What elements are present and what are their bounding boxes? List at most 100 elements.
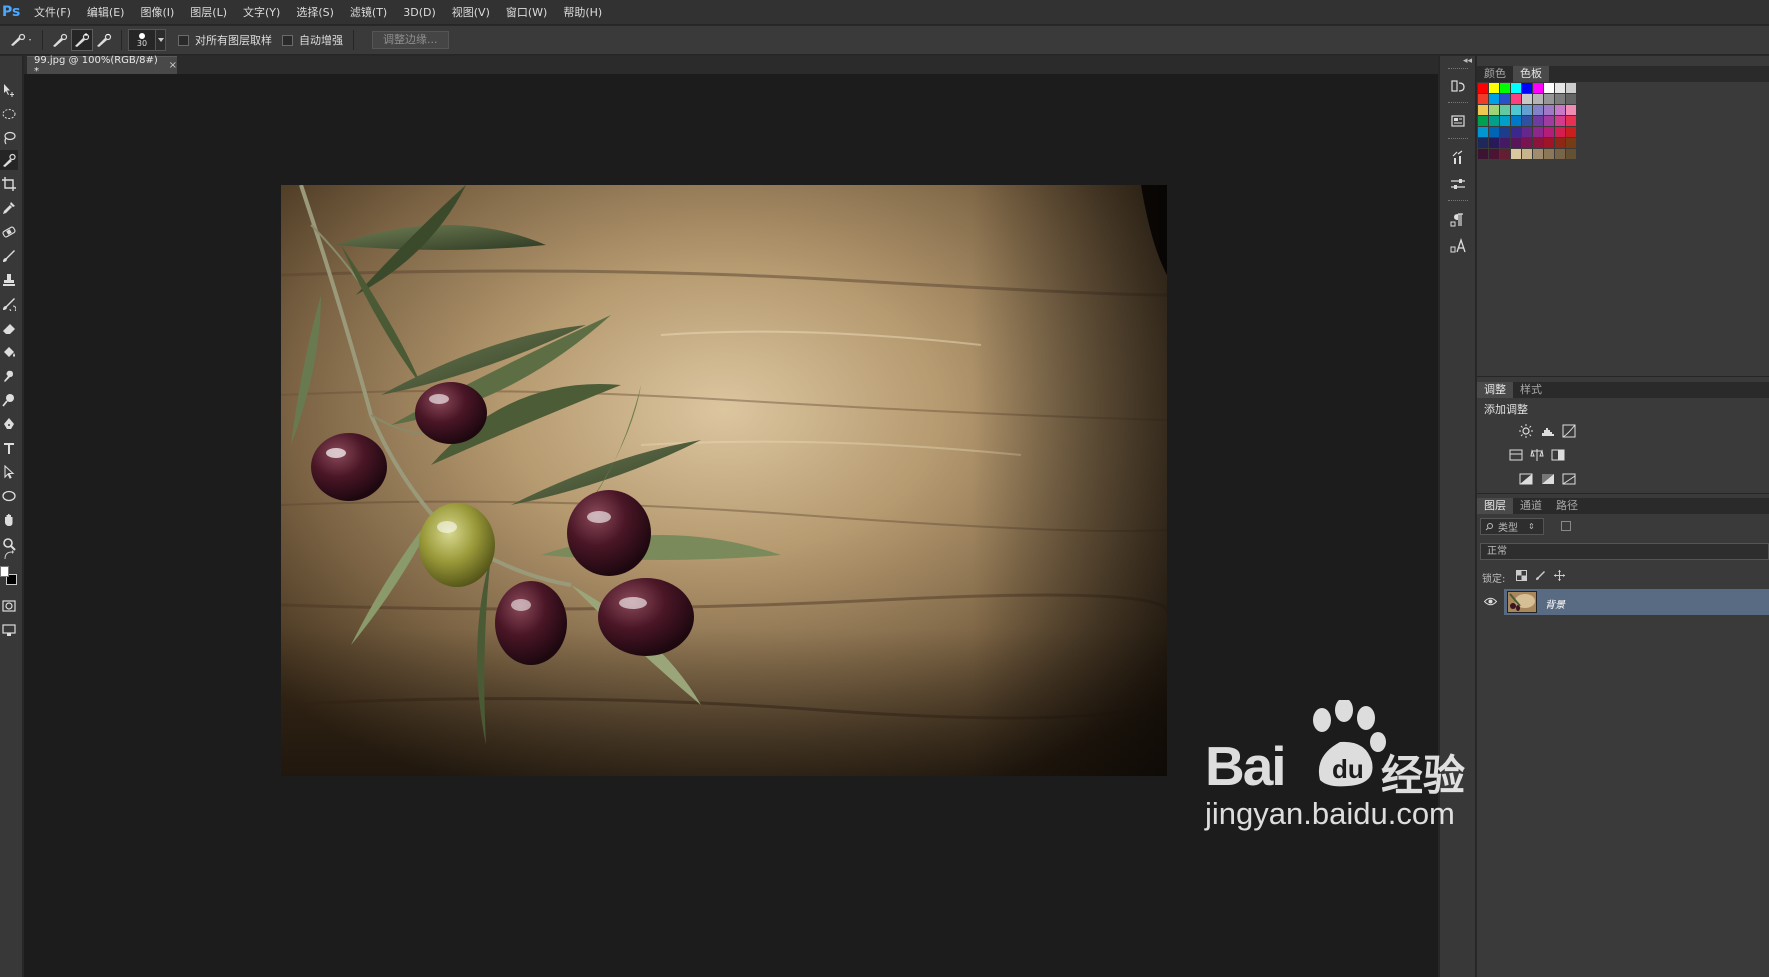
color-swatch[interactable] <box>1489 116 1499 126</box>
color-swatch[interactable] <box>1566 138 1576 148</box>
move-tool[interactable] <box>0 80 18 100</box>
tab-adjustments[interactable]: 调整 <box>1477 382 1513 398</box>
color-swatch[interactable] <box>1555 127 1565 137</box>
smudge-tool[interactable] <box>0 366 18 386</box>
color-swatch[interactable] <box>1478 94 1488 104</box>
brush-tool[interactable] <box>0 246 18 266</box>
ellipse-tool[interactable] <box>0 486 18 506</box>
color-swatch[interactable] <box>1500 149 1510 159</box>
layer-row-background[interactable]: 背景 <box>1477 589 1769 615</box>
color-swatch[interactable] <box>1522 127 1532 137</box>
curves-button[interactable] <box>1561 423 1577 439</box>
color-swatch[interactable] <box>1544 105 1554 115</box>
color-swatch[interactable] <box>1533 94 1543 104</box>
color-swatch[interactable] <box>1489 83 1499 93</box>
menu-filter[interactable]: 滤镜(T) <box>342 0 395 25</box>
auto-enhance-option[interactable]: 自动增强 <box>282 32 343 48</box>
hand-tool[interactable] <box>0 510 18 530</box>
color-swatch[interactable] <box>1489 127 1499 137</box>
color-swatch[interactable] <box>1511 138 1521 148</box>
refine-edge-button[interactable]: 调整边缘... <box>372 31 449 49</box>
color-swatch[interactable] <box>1511 127 1521 137</box>
filter-pixel-layers-button[interactable] <box>1561 521 1571 531</box>
color-swatch[interactable] <box>1566 83 1576 93</box>
new-selection-button[interactable] <box>49 29 71 51</box>
dodge-tool[interactable] <box>0 390 18 410</box>
tool-preset-picker[interactable] <box>6 29 36 51</box>
color-swatch[interactable] <box>1522 138 1532 148</box>
crop-tool[interactable] <box>0 174 18 194</box>
paint-bucket-tool[interactable] <box>0 342 18 362</box>
color-swatch[interactable] <box>1511 105 1521 115</box>
lasso-tool[interactable] <box>0 128 18 148</box>
color-swatch[interactable] <box>1522 105 1532 115</box>
adjustments-panel-button[interactable] <box>1448 174 1468 194</box>
quick-selection-tool[interactable] <box>0 150 18 170</box>
layer-kind-filter[interactable]: 类型 ⇕ <box>1480 518 1544 535</box>
menu-file[interactable]: 文件(F) <box>26 0 79 25</box>
color-swatch[interactable] <box>1566 116 1576 126</box>
character-panel-button[interactable] <box>1448 236 1468 256</box>
tab-channels[interactable]: 通道 <box>1513 498 1549 514</box>
sample-all-layers-checkbox[interactable] <box>178 34 189 46</box>
color-swatch[interactable] <box>1555 149 1565 159</box>
menu-help[interactable]: 帮助(H) <box>555 0 610 25</box>
color-swatch[interactable] <box>1555 83 1565 93</box>
healing-brush-tool[interactable] <box>0 222 18 242</box>
color-swatch[interactable] <box>1500 116 1510 126</box>
clone-stamp-tool[interactable] <box>0 270 18 290</box>
color-swatch[interactable] <box>1544 94 1554 104</box>
layer-visibility-toggle[interactable] <box>1483 594 1497 608</box>
tab-paths[interactable]: 路径 <box>1549 498 1585 514</box>
color-swatch[interactable] <box>1478 138 1488 148</box>
color-swatch[interactable] <box>1489 138 1499 148</box>
menu-3d[interactable]: 3D(D) <box>395 0 444 25</box>
tab-swatches[interactable]: 色板 <box>1513 66 1549 82</box>
color-swatch[interactable] <box>1533 138 1543 148</box>
document-tab[interactable]: 99.jpg @ 100%(RGB/8#) * × <box>27 55 177 77</box>
color-swatch[interactable] <box>1555 116 1565 126</box>
blend-mode-select[interactable]: 正常 <box>1480 543 1769 560</box>
paragraph-panel-button[interactable] <box>1448 210 1468 230</box>
color-swatch[interactable] <box>1555 105 1565 115</box>
menu-window[interactable]: 窗口(W) <box>498 0 555 25</box>
color-swatch[interactable] <box>1511 83 1521 93</box>
lock-transparent-button[interactable] <box>1515 569 1527 581</box>
brightness-contrast-button[interactable] <box>1518 423 1534 439</box>
eraser-tool[interactable] <box>0 318 18 338</box>
color-swatch[interactable] <box>1533 116 1543 126</box>
screen-mode-button[interactable] <box>0 620 18 640</box>
color-swatch[interactable] <box>1544 138 1554 148</box>
lock-image-button[interactable] <box>1534 569 1546 581</box>
foreground-color-swatch[interactable] <box>0 566 9 577</box>
color-swatch[interactable] <box>1511 116 1521 126</box>
color-swatch[interactable] <box>1522 149 1532 159</box>
color-swatch[interactable] <box>1544 149 1554 159</box>
menu-edit[interactable]: 编辑(E) <box>79 0 133 25</box>
color-swatch[interactable] <box>1489 149 1499 159</box>
color-swatch[interactable] <box>1555 138 1565 148</box>
sample-all-layers-option[interactable]: 对所有图层取样 <box>178 32 272 48</box>
color-balance-button[interactable] <box>1529 447 1545 463</box>
color-swatch[interactable] <box>1522 116 1532 126</box>
add-to-selection-button[interactable] <box>71 29 93 51</box>
menu-view[interactable]: 视图(V) <box>444 0 498 25</box>
marquee-tool[interactable] <box>0 104 18 124</box>
color-swatch[interactable] <box>1522 83 1532 93</box>
history-panel-button[interactable] <box>1448 76 1468 96</box>
color-swatch[interactable] <box>1533 149 1543 159</box>
quick-mask-button[interactable] <box>0 596 18 616</box>
swap-colors-button[interactable] <box>0 550 18 562</box>
auto-enhance-checkbox[interactable] <box>282 34 293 46</box>
type-tool[interactable] <box>0 438 18 458</box>
pen-tool[interactable] <box>0 414 18 434</box>
document-canvas-image[interactable] <box>281 185 1167 776</box>
canvas-area[interactable] <box>24 74 1438 977</box>
brush-panel-button[interactable] <box>1448 148 1468 168</box>
color-swatch[interactable] <box>1533 127 1543 137</box>
collapse-dock-icon[interactable]: ◂◂ <box>1463 56 1472 66</box>
color-swatch[interactable] <box>1500 138 1510 148</box>
color-swatch[interactable] <box>1544 116 1554 126</box>
color-swatch[interactable] <box>1511 94 1521 104</box>
tab-styles[interactable]: 样式 <box>1513 382 1549 398</box>
